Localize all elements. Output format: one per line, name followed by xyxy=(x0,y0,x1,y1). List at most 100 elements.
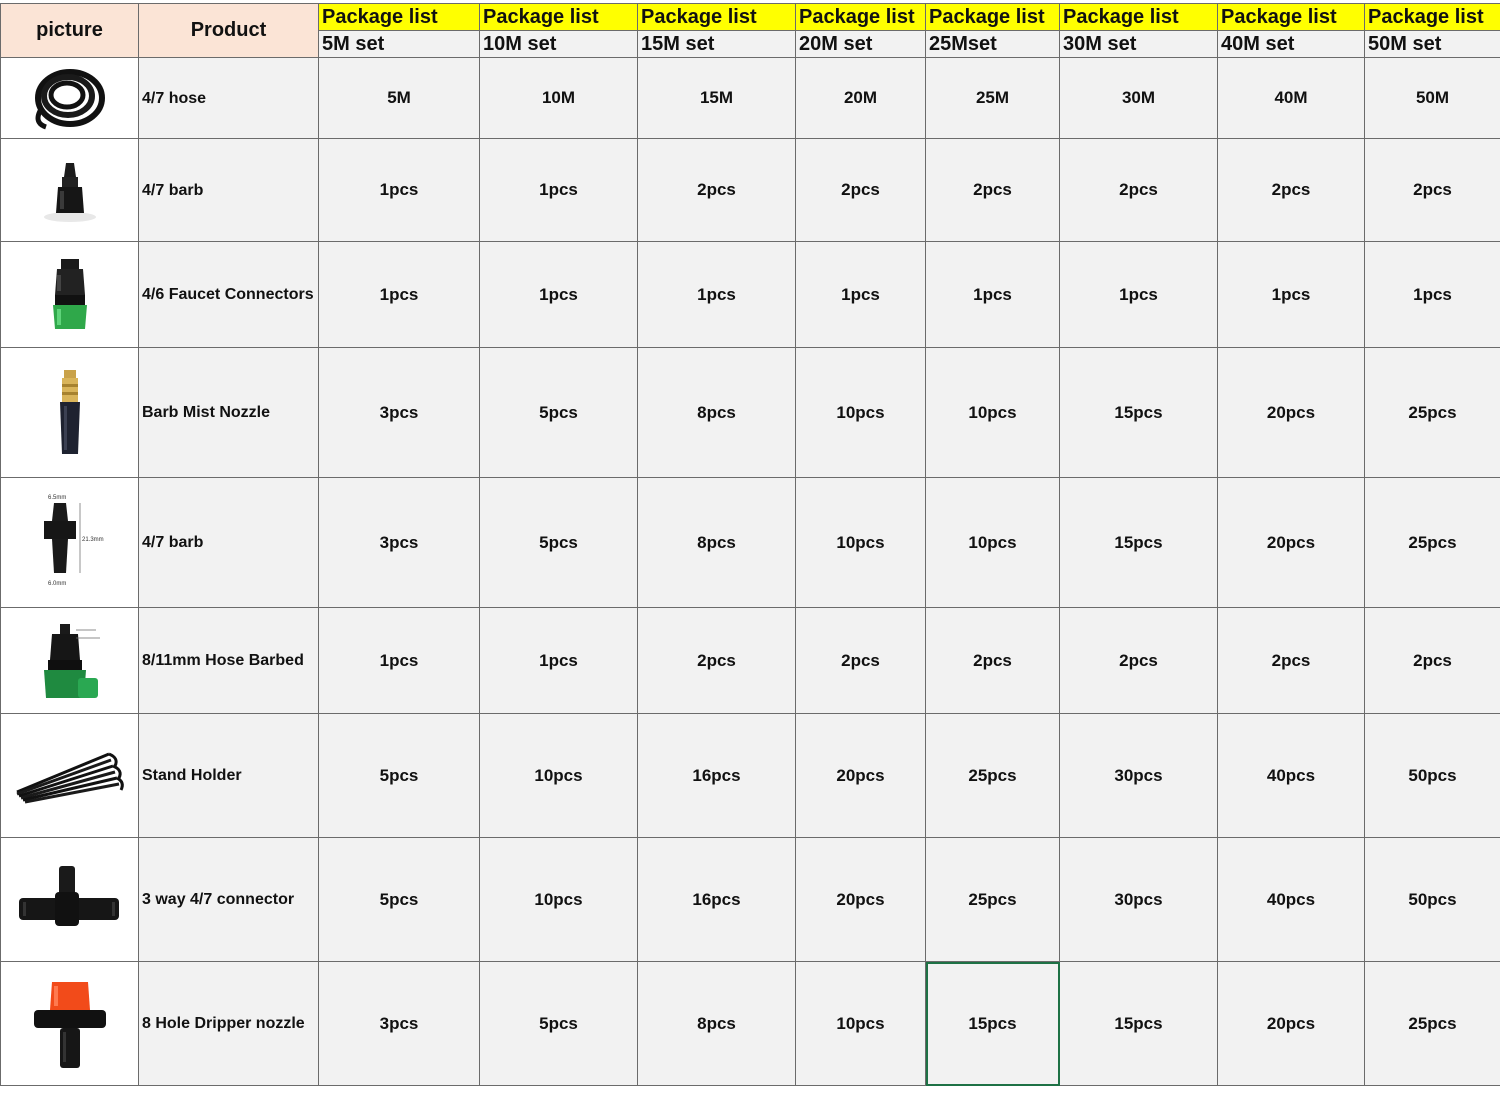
qty-cell[interactable]: 15pcs xyxy=(1059,961,1218,1086)
qty-cell-selected[interactable]: 15pcs xyxy=(925,961,1060,1086)
qty-cell[interactable]: 50pcs xyxy=(1364,713,1500,838)
header-set-15m[interactable]: 15M set xyxy=(637,30,796,58)
qty-cell[interactable]: 1pcs xyxy=(1059,241,1218,348)
qty-cell[interactable]: 50pcs xyxy=(1364,837,1500,962)
qty-cell[interactable]: 2pcs xyxy=(1059,138,1218,242)
product-name[interactable]: 8 Hole Dripper nozzle xyxy=(138,961,319,1086)
qty-cell[interactable]: 10pcs xyxy=(479,837,638,962)
qty-cell[interactable]: 1pcs xyxy=(925,241,1060,348)
qty-cell[interactable]: 20pcs xyxy=(795,713,926,838)
header-set-30m[interactable]: 30M set xyxy=(1059,30,1218,58)
qty-cell[interactable]: 20pcs xyxy=(1217,477,1365,608)
qty-cell[interactable]: 2pcs xyxy=(1059,607,1218,714)
product-name[interactable]: 4/7 barb xyxy=(138,138,319,242)
qty-cell[interactable]: 2pcs xyxy=(637,607,796,714)
qty-cell[interactable]: 20pcs xyxy=(795,837,926,962)
qty-cell[interactable]: 3pcs xyxy=(318,347,480,478)
qty-cell[interactable]: 2pcs xyxy=(1364,607,1500,714)
qty-cell[interactable]: 1pcs xyxy=(1217,241,1365,348)
qty-cell[interactable]: 1pcs xyxy=(479,607,638,714)
header-picture[interactable]: picture xyxy=(0,3,139,58)
qty-cell[interactable]: 5pcs xyxy=(479,477,638,608)
qty-cell[interactable]: 15pcs xyxy=(1059,477,1218,608)
header-package-list[interactable]: Package list xyxy=(795,3,926,31)
header-package-list[interactable]: Package list xyxy=(1059,3,1218,31)
product-name[interactable]: 8/11mm Hose Barbed xyxy=(138,607,319,714)
product-name[interactable]: 4/7 barb xyxy=(138,477,319,608)
header-package-list[interactable]: Package list xyxy=(637,3,796,31)
qty-cell[interactable]: 20M xyxy=(795,57,926,139)
qty-cell[interactable]: 5pcs xyxy=(479,961,638,1086)
qty-cell[interactable]: 2pcs xyxy=(637,138,796,242)
qty-cell[interactable]: 10pcs xyxy=(795,347,926,478)
picture-cell[interactable] xyxy=(0,713,139,838)
header-product[interactable]: Product xyxy=(138,3,319,58)
qty-cell[interactable]: 20pcs xyxy=(1217,961,1365,1086)
qty-cell[interactable]: 30M xyxy=(1059,57,1218,139)
qty-cell[interactable]: 15M xyxy=(637,57,796,139)
qty-cell[interactable]: 8pcs xyxy=(637,961,796,1086)
header-package-list[interactable]: Package list xyxy=(1364,3,1500,31)
header-package-list[interactable]: Package list xyxy=(925,3,1060,31)
qty-cell[interactable]: 25pcs xyxy=(925,713,1060,838)
qty-cell[interactable]: 10pcs xyxy=(795,961,926,1086)
qty-cell[interactable]: 1pcs xyxy=(479,241,638,348)
qty-cell[interactable]: 50M xyxy=(1364,57,1500,139)
qty-cell[interactable]: 15pcs xyxy=(1059,347,1218,478)
picture-cell[interactable] xyxy=(0,347,139,478)
header-set-5m[interactable]: 5M set xyxy=(318,30,480,58)
picture-cell[interactable]: 6.5mm 21.3mm 6.0mm xyxy=(0,477,139,608)
header-set-40m[interactable]: 40M set xyxy=(1217,30,1365,58)
qty-cell[interactable]: 5pcs xyxy=(318,713,480,838)
header-package-list[interactable]: Package list xyxy=(479,3,638,31)
qty-cell[interactable]: 2pcs xyxy=(925,607,1060,714)
qty-cell[interactable]: 30pcs xyxy=(1059,713,1218,838)
qty-cell[interactable]: 2pcs xyxy=(795,607,926,714)
qty-cell[interactable]: 2pcs xyxy=(1217,138,1365,242)
header-set-20m[interactable]: 20M set xyxy=(795,30,926,58)
qty-cell[interactable]: 30pcs xyxy=(1059,837,1218,962)
qty-cell[interactable]: 2pcs xyxy=(925,138,1060,242)
qty-cell[interactable]: 1pcs xyxy=(318,138,480,242)
qty-cell[interactable]: 3pcs xyxy=(318,477,480,608)
qty-cell[interactable]: 1pcs xyxy=(479,138,638,242)
qty-cell[interactable]: 16pcs xyxy=(637,837,796,962)
qty-cell[interactable]: 20pcs xyxy=(1217,347,1365,478)
qty-cell[interactable]: 5pcs xyxy=(318,837,480,962)
picture-cell[interactable] xyxy=(0,961,139,1086)
header-set-50m[interactable]: 50M set xyxy=(1364,30,1500,58)
product-name[interactable]: 3 way 4/7 connector xyxy=(138,837,319,962)
picture-cell[interactable] xyxy=(0,57,139,139)
picture-cell[interactable] xyxy=(0,241,139,348)
qty-cell[interactable]: 1pcs xyxy=(795,241,926,348)
qty-cell[interactable]: 3pcs xyxy=(318,961,480,1086)
qty-cell[interactable]: 5M xyxy=(318,57,480,139)
qty-cell[interactable]: 10pcs xyxy=(925,477,1060,608)
header-package-list[interactable]: Package list xyxy=(1217,3,1365,31)
header-set-25m[interactable]: 25Mset xyxy=(925,30,1060,58)
qty-cell[interactable]: 8pcs xyxy=(637,347,796,478)
qty-cell[interactable]: 5pcs xyxy=(479,347,638,478)
product-name[interactable]: 4/6 Faucet Connectors xyxy=(138,241,319,348)
picture-cell[interactable] xyxy=(0,837,139,962)
qty-cell[interactable]: 1pcs xyxy=(1364,241,1500,348)
qty-cell[interactable]: 25pcs xyxy=(1364,347,1500,478)
qty-cell[interactable]: 8pcs xyxy=(637,477,796,608)
qty-cell[interactable]: 16pcs xyxy=(637,713,796,838)
header-set-10m[interactable]: 10M set xyxy=(479,30,638,58)
qty-cell[interactable]: 25pcs xyxy=(1364,961,1500,1086)
qty-cell[interactable]: 10pcs xyxy=(925,347,1060,478)
qty-cell[interactable]: 1pcs xyxy=(637,241,796,348)
qty-cell[interactable]: 25M xyxy=(925,57,1060,139)
picture-cell[interactable] xyxy=(0,138,139,242)
qty-cell[interactable]: 40pcs xyxy=(1217,713,1365,838)
product-name[interactable]: Barb Mist Nozzle xyxy=(138,347,319,478)
product-name[interactable]: Stand Holder xyxy=(138,713,319,838)
qty-cell[interactable]: 2pcs xyxy=(1364,138,1500,242)
qty-cell[interactable]: 25pcs xyxy=(925,837,1060,962)
qty-cell[interactable]: 10pcs xyxy=(795,477,926,608)
qty-cell[interactable]: 1pcs xyxy=(318,607,480,714)
qty-cell[interactable]: 1pcs xyxy=(318,241,480,348)
qty-cell[interactable]: 40M xyxy=(1217,57,1365,139)
qty-cell[interactable]: 10M xyxy=(479,57,638,139)
